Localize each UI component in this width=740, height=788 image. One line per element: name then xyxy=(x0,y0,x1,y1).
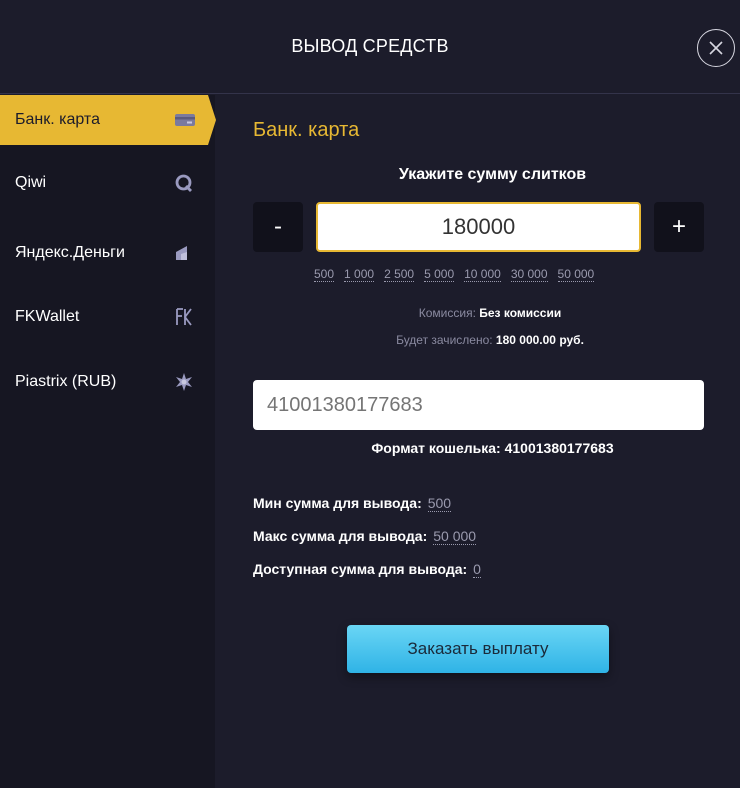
request-payout-button[interactable]: Заказать выплату xyxy=(347,625,609,673)
withdraw-modal: ВЫВОД СРЕДСТВ Банк. карта Qiwi Яндекс.Де… xyxy=(0,0,740,788)
preset-amount[interactable]: 10 000 xyxy=(464,267,501,282)
credited-info: Будет зачислено: 180 000.00 руб. xyxy=(215,333,740,347)
sidebar-item-yandex-money[interactable]: Яндекс.Деньги xyxy=(0,228,208,278)
yandex-money-icon xyxy=(168,244,208,262)
decrease-amount-button[interactable]: - xyxy=(253,202,303,252)
commission-value: Без комиссии xyxy=(479,306,562,320)
wallet-format-hint: Формат кошелька: 41001380177683 xyxy=(371,440,614,456)
close-icon xyxy=(709,41,723,55)
sidebar-item-piastrix[interactable]: Piastrix (RUB) xyxy=(0,357,208,407)
withdraw-form: Банк. карта Укажите сумму слитков - + 50… xyxy=(215,95,740,788)
min-amount-row: Мин сумма для вывода: 500 xyxy=(253,495,452,512)
max-amount-row: Макс сумма для вывода: 50 000 xyxy=(253,528,477,545)
payment-method-sidebar: Банк. карта Qiwi Яндекс.Деньги FKWallet … xyxy=(0,95,216,788)
qiwi-icon xyxy=(168,173,208,193)
fkwallet-icon xyxy=(168,307,208,327)
amount-hint: Укажите сумму слитков xyxy=(398,166,587,183)
limit-label: Мин сумма для вывода: xyxy=(253,495,422,511)
preset-amount[interactable]: 1 000 xyxy=(344,267,375,282)
limit-value[interactable]: 50 000 xyxy=(433,528,477,545)
sidebar-item-fkwallet[interactable]: FKWallet xyxy=(0,292,208,342)
increase-amount-button[interactable]: + xyxy=(654,202,704,252)
modal-title: ВЫВОД СРЕДСТВ xyxy=(291,36,449,56)
preset-amount[interactable]: 5 000 xyxy=(424,267,455,282)
sidebar-item-bank-card[interactable]: Банк. карта xyxy=(0,95,216,145)
amount-presets: 500 1 000 2 500 5 000 10 000 30 000 50 0… xyxy=(314,267,595,282)
commission-label: Комиссия: xyxy=(418,306,476,320)
preset-amount[interactable]: 50 000 xyxy=(557,267,595,282)
sidebar-item-label: Банк. карта xyxy=(15,111,100,128)
section-title: Банк. карта xyxy=(253,119,360,141)
credited-value: 180 000.00 руб. xyxy=(495,333,584,347)
limit-label: Макс сумма для вывода: xyxy=(253,528,428,544)
credit-card-icon xyxy=(168,112,208,128)
limit-label: Доступная сумма для вывода: xyxy=(253,561,468,577)
sidebar-item-label: FKWallet xyxy=(15,308,80,325)
limit-value[interactable]: 0 xyxy=(473,561,481,578)
preset-amount[interactable]: 2 500 xyxy=(384,267,415,282)
preset-amount[interactable]: 500 xyxy=(314,267,335,282)
amount-input[interactable] xyxy=(316,202,641,252)
close-button[interactable] xyxy=(697,29,735,67)
wallet-input[interactable] xyxy=(253,380,704,430)
preset-amount[interactable]: 30 000 xyxy=(510,267,548,282)
sidebar-item-label: Яндекс.Деньги xyxy=(15,244,125,261)
limit-value[interactable]: 500 xyxy=(427,495,452,512)
sidebar-item-label: Piastrix (RUB) xyxy=(15,373,117,390)
commission-info: Комиссия: Без комиссии xyxy=(215,306,740,320)
sidebar-item-qiwi[interactable]: Qiwi xyxy=(0,158,208,208)
sidebar-item-label: Qiwi xyxy=(15,174,47,191)
credited-label: Будет зачислено: xyxy=(396,333,493,347)
piastrix-icon xyxy=(168,372,208,392)
available-amount-row: Доступная сумма для вывода: 0 xyxy=(253,561,481,578)
modal-header: ВЫВОД СРЕДСТВ xyxy=(0,0,740,94)
